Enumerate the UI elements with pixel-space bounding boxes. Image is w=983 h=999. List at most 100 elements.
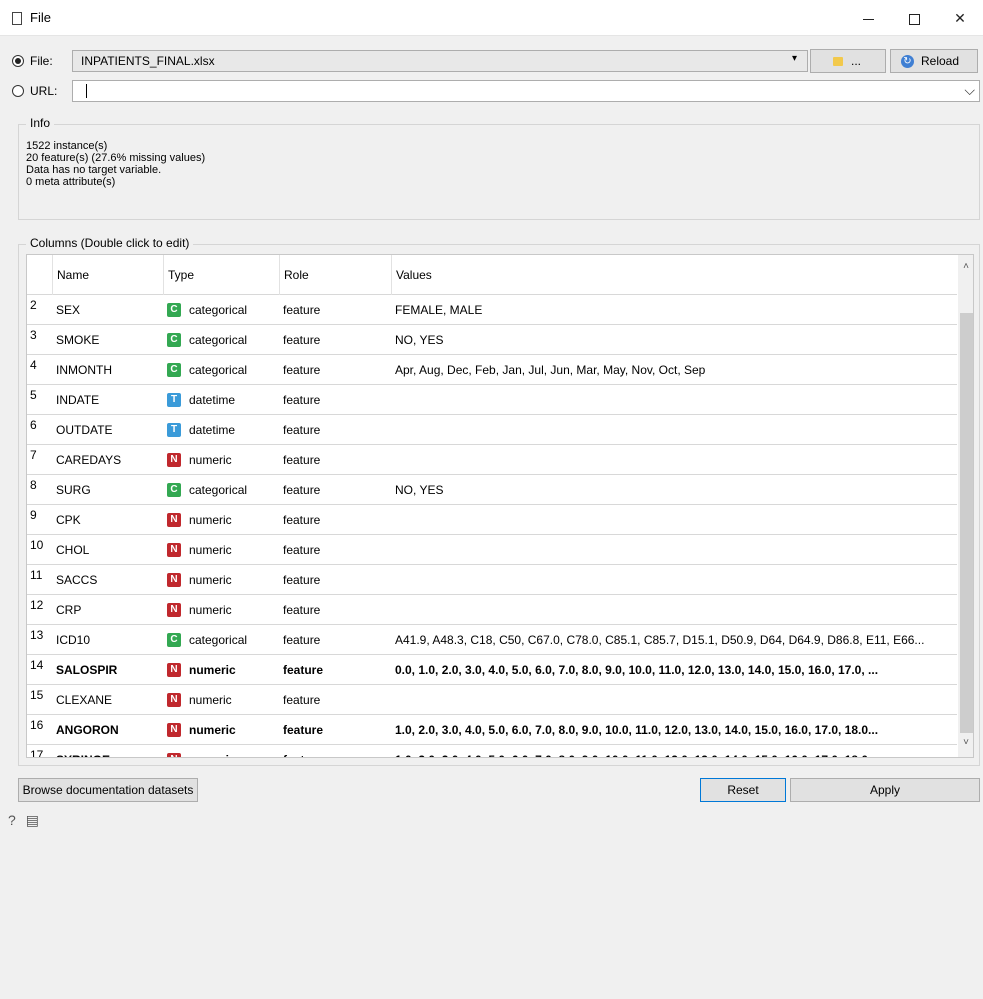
- column-values[interactable]: [395, 685, 955, 715]
- column-name[interactable]: CPK: [56, 505, 168, 535]
- header-values[interactable]: Values: [391, 255, 957, 295]
- browse-documentation-button[interactable]: Browse documentation datasets: [18, 778, 198, 802]
- table-row[interactable]: 12 CRP Nnumeric feature: [27, 595, 957, 625]
- column-type[interactable]: Ccategorical: [167, 325, 280, 355]
- column-values[interactable]: FEMALE, MALE: [395, 295, 955, 325]
- column-name[interactable]: SYRINGE: [56, 745, 168, 757]
- column-type[interactable]: Ccategorical: [167, 625, 280, 655]
- column-role[interactable]: feature: [283, 325, 383, 355]
- column-role[interactable]: feature: [283, 295, 383, 325]
- column-role[interactable]: feature: [283, 745, 383, 757]
- table-row[interactable]: 17SYRINGENnumericfeature1.0, 2.0, 3.0, 4…: [27, 745, 957, 757]
- column-values[interactable]: [395, 415, 955, 445]
- table-row[interactable]: 8 SURG Ccategorical feature NO, YES: [27, 475, 957, 505]
- column-name[interactable]: INMONTH: [56, 355, 168, 385]
- column-name[interactable]: SURG: [56, 475, 168, 505]
- column-name[interactable]: CAREDAYS: [56, 445, 168, 475]
- column-values[interactable]: 1.0, 2.0, 3.0, 4.0, 5.0, 6.0, 7.0, 8.0, …: [395, 715, 955, 745]
- column-type[interactable]: Nnumeric: [167, 595, 280, 625]
- table-row[interactable]: 16 ANGORON Nnumeric feature 1.0, 2.0, 3.0, 4…: [27, 715, 957, 745]
- column-role[interactable]: feature: [283, 475, 383, 505]
- column-type[interactable]: Ccategorical: [167, 355, 280, 385]
- header-type[interactable]: Type: [163, 255, 279, 295]
- column-role[interactable]: feature: [283, 655, 383, 685]
- column-values[interactable]: A41.9, A48.3, C18, C50, C67.0, C78.0, C8…: [395, 625, 955, 655]
- reload-button[interactable]: ↻ Reload: [890, 49, 978, 73]
- apply-button[interactable]: Apply: [790, 778, 980, 802]
- file-combo[interactable]: INPATIENTS_FINAL.xlsx ▾: [72, 50, 808, 72]
- column-role[interactable]: feature: [283, 625, 383, 655]
- column-name[interactable]: INDATE: [56, 385, 168, 415]
- column-values[interactable]: [395, 595, 955, 625]
- column-role[interactable]: feature: [283, 685, 383, 715]
- table-row[interactable]: 9 CPK Nnumeric feature: [27, 505, 957, 535]
- column-name[interactable]: CHOL: [56, 535, 168, 565]
- table-row[interactable]: 11 SACCS Nnumeric feature: [27, 565, 957, 595]
- column-role[interactable]: feature: [283, 565, 383, 595]
- url-dropdown-icon[interactable]: ⌵: [964, 82, 975, 99]
- column-type[interactable]: Nnumeric: [167, 655, 280, 685]
- column-type[interactable]: Nnumeric: [167, 685, 280, 715]
- column-role[interactable]: feature: [283, 715, 383, 745]
- column-role[interactable]: feature: [283, 505, 383, 535]
- column-values[interactable]: 1.0, 2.0, 3.0, 4.0, 5.0, 6.0, 7.0, 8.0, …: [395, 745, 955, 757]
- table-row[interactable]: 3 SMOKE Ccategorical feature NO, YES: [27, 325, 957, 355]
- column-values[interactable]: [395, 565, 955, 595]
- column-name[interactable]: OUTDATE: [56, 415, 168, 445]
- header-name[interactable]: Name: [52, 255, 167, 295]
- column-name[interactable]: SEX: [56, 295, 168, 325]
- columns-table[interactable]: Name Type Role Values 2 SEX Ccategorical fe…: [26, 254, 974, 758]
- column-name[interactable]: CRP: [56, 595, 168, 625]
- column-values[interactable]: [395, 505, 955, 535]
- table-row[interactable]: 14 SALOSPIR Nnumeric feature 0.0, 1.0, 2.0, …: [27, 655, 957, 685]
- column-type[interactable]: Nnumeric: [167, 565, 280, 595]
- column-values[interactable]: Apr, Aug, Dec, Feb, Jan, Jul, Jun, Mar, …: [395, 355, 955, 385]
- table-row[interactable]: 6 OUTDATE Tdatetime feature: [27, 415, 957, 445]
- table-row[interactable]: 5 INDATE Tdatetime feature: [27, 385, 957, 415]
- vertical-scrollbar[interactable]: ˄ ˅: [958, 255, 973, 757]
- column-values[interactable]: 0.0, 1.0, 2.0, 3.0, 4.0, 5.0, 6.0, 7.0, …: [395, 655, 955, 685]
- scroll-up-icon[interactable]: ˄: [958, 261, 973, 275]
- reset-button[interactable]: Reset: [700, 778, 786, 802]
- column-role[interactable]: feature: [283, 535, 383, 565]
- help-icon[interactable]: ?: [8, 812, 16, 828]
- column-role[interactable]: feature: [283, 385, 383, 415]
- browse-file-button[interactable]: ...: [810, 49, 886, 73]
- column-type[interactable]: Ccategorical: [167, 295, 280, 325]
- table-row[interactable]: 4 INMONTH Ccategorical feature Apr, Aug, Dec…: [27, 355, 957, 385]
- column-role[interactable]: feature: [283, 355, 383, 385]
- column-type[interactable]: Tdatetime: [167, 385, 280, 415]
- column-type[interactable]: Nnumeric: [167, 445, 280, 475]
- column-name[interactable]: ICD10: [56, 625, 168, 655]
- column-role[interactable]: feature: [283, 445, 383, 475]
- column-name[interactable]: SACCS: [56, 565, 168, 595]
- column-type[interactable]: Nnumeric: [167, 745, 280, 757]
- column-name[interactable]: SMOKE: [56, 325, 168, 355]
- table-row[interactable]: 2 SEX Ccategorical feature FEMALE, MALE: [27, 295, 957, 325]
- column-name[interactable]: SALOSPIR: [56, 655, 168, 685]
- report-icon[interactable]: ▤: [26, 812, 39, 828]
- column-type[interactable]: Nnumeric: [167, 715, 280, 745]
- column-values[interactable]: [395, 535, 955, 565]
- table-row[interactable]: 13 ICD10 Ccategorical feature A41.9, A48.3, …: [27, 625, 957, 655]
- url-input[interactable]: ⌵: [72, 80, 980, 102]
- column-type[interactable]: Ccategorical: [167, 475, 280, 505]
- file-radio[interactable]: [12, 55, 24, 67]
- column-name[interactable]: ANGORON: [56, 715, 168, 745]
- column-role[interactable]: feature: [283, 415, 383, 445]
- maximize-button[interactable]: [891, 0, 937, 36]
- table-row[interactable]: 10 CHOL Nnumeric feature: [27, 535, 957, 565]
- column-values[interactable]: NO, YES: [395, 475, 955, 505]
- column-role[interactable]: feature: [283, 595, 383, 625]
- scroll-down-icon[interactable]: ˅: [958, 737, 973, 751]
- column-name[interactable]: CLEXANE: [56, 685, 168, 715]
- column-type[interactable]: Tdatetime: [167, 415, 280, 445]
- table-row[interactable]: 15 CLEXANE Nnumeric feature: [27, 685, 957, 715]
- column-values[interactable]: NO, YES: [395, 325, 955, 355]
- close-button[interactable]: ✕: [937, 0, 983, 36]
- column-type[interactable]: Nnumeric: [167, 535, 280, 565]
- url-radio[interactable]: [12, 85, 24, 97]
- scroll-thumb[interactable]: [960, 313, 973, 733]
- minimize-button[interactable]: [845, 0, 891, 36]
- column-values[interactable]: [395, 445, 955, 475]
